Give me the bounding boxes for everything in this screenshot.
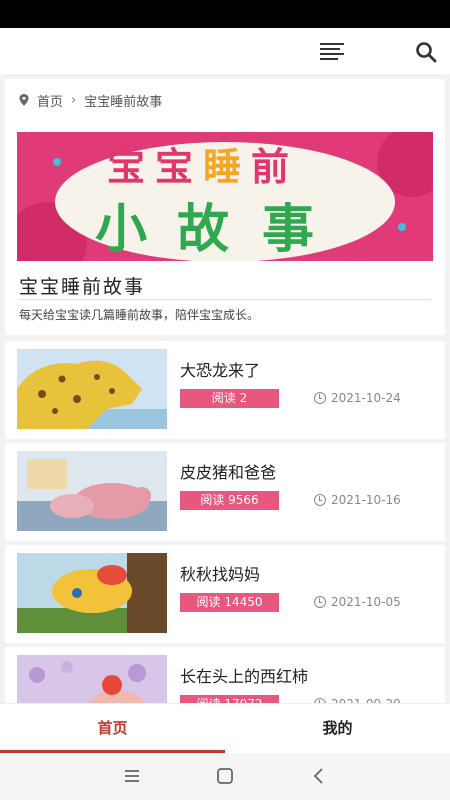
story-title: 长在头上的西红柿 [180,667,309,686]
banner-art-char: 睡 [203,145,241,189]
read-count-badge: 阅读 9566 [180,491,279,510]
clock-icon [314,392,326,404]
story-list-item[interactable]: 大恐龙来了 阅读 2 2021-10-24 [5,341,445,439]
story-list-item[interactable]: 长在头上的西红柿 阅读 17072 2021-09-29 [5,647,445,703]
top-bar [0,28,450,74]
read-count-badge: 阅读 17072 [180,695,279,703]
story-thumbnail [17,349,167,429]
banner-art-char: 宝 [107,145,145,189]
story-list-item[interactable]: 皮皮猪和爸爸 阅读 9566 2021-10-16 [5,443,445,541]
banner-art-char: 事 [262,200,314,260]
banner-art-char: 小 [95,200,147,260]
back-icon[interactable] [307,765,331,787]
menu-icon[interactable] [320,42,346,60]
breadcrumb: 首页 › 宝宝睡前故事 [17,89,162,111]
story-thumbnail [17,451,167,531]
story-date-text: 2021-10-05 [331,595,401,609]
category-banner-image: 宝 宝 睡 前 小 故 事 [17,132,433,261]
clock-icon [314,494,326,506]
story-list-item[interactable]: 秋秋找妈妈 阅读 14450 2021-10-05 [5,545,445,643]
breadcrumb-current: 宝宝睡前故事 [84,94,163,110]
recent-apps-icon[interactable] [120,765,144,787]
story-date-text: 2021-10-16 [331,493,401,507]
story-thumbnail [17,655,167,703]
story-title: 大恐龙来了 [180,361,261,380]
breadcrumb-separator: › [71,92,77,108]
tab-home[interactable]: 首页 [0,704,225,754]
story-date: 2021-10-16 [314,493,401,507]
story-date: 2021-10-05 [314,595,401,609]
story-date-text: 2021-10-24 [331,391,401,405]
category-description: 每天给宝宝读几篇睡前故事，陪伴宝宝成长。 [19,308,260,322]
read-count-badge: 阅读 2 [180,389,279,408]
story-title: 秋秋找妈妈 [180,565,261,584]
bottom-tab-bar: 首页 我的 [0,703,450,754]
location-pin-icon [19,94,29,106]
category-header-card: 首页 › 宝宝睡前故事 宝 宝 睡 前 小 故 事 宝宝睡前故事 每天给宝宝读几… [5,79,445,335]
story-date: 2021-10-24 [314,391,401,405]
clock-icon [314,596,326,608]
read-count-badge: 阅读 14450 [180,593,279,612]
divider [19,299,431,300]
tab-mine[interactable]: 我的 [225,704,450,754]
category-title: 宝宝睡前故事 [19,276,146,298]
search-icon[interactable] [414,40,438,64]
banner-art-char: 前 [251,145,289,189]
home-icon[interactable] [213,765,237,787]
breadcrumb-home-link[interactable]: 首页 [37,91,63,110]
banner-art-char: 宝 [155,145,193,189]
banner-art-char: 故 [177,200,229,260]
story-thumbnail [17,553,167,633]
story-title: 皮皮猪和爸爸 [180,463,277,482]
status-bar [0,0,450,28]
system-nav-bar [0,753,450,800]
